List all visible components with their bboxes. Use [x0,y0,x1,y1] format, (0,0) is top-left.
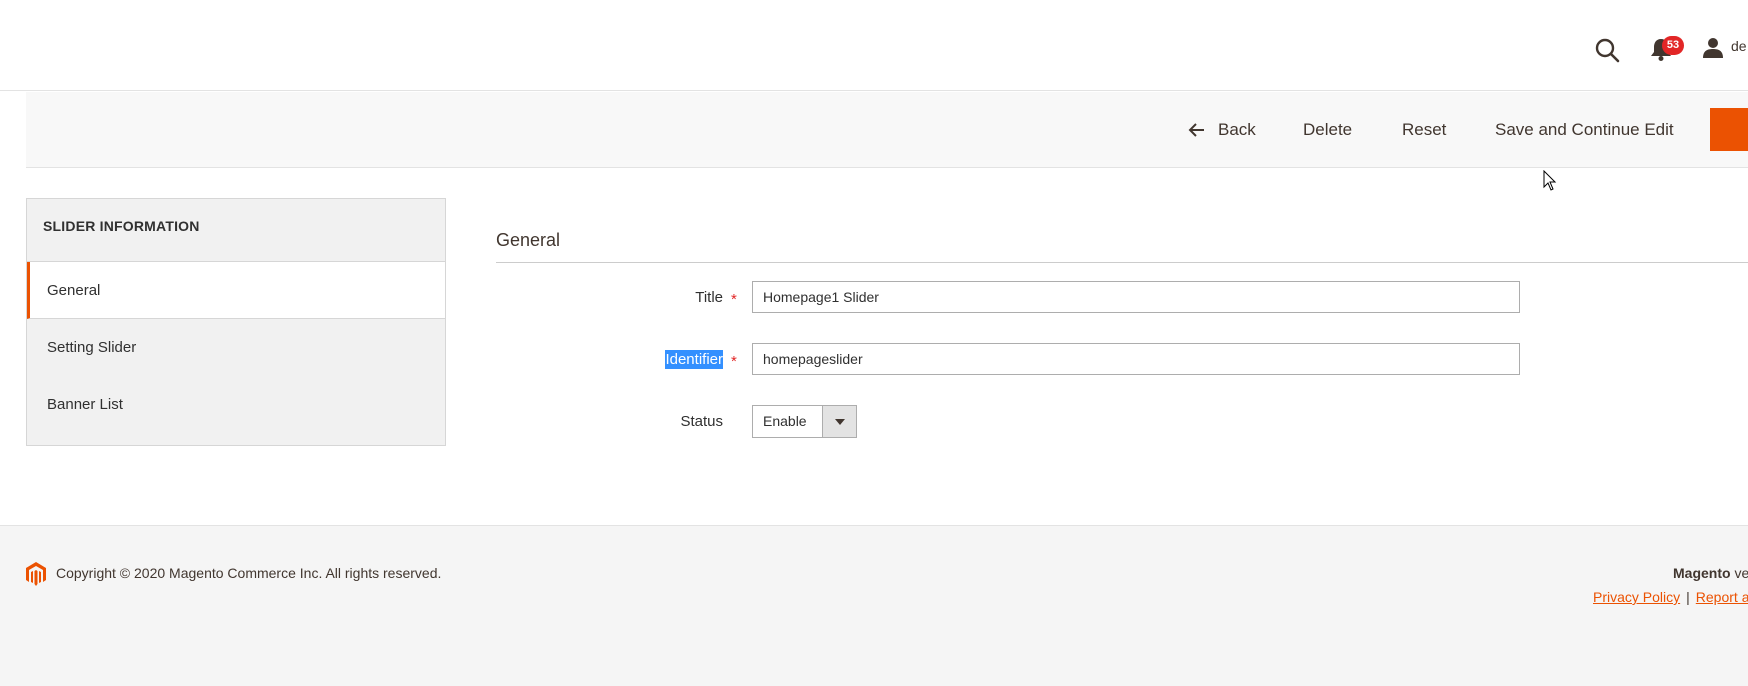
identifier-label-text: Identifier [665,350,723,369]
version-rest: ve [1730,565,1748,581]
back-button[interactable]: Back [1188,112,1256,148]
sidebar-title: SLIDER INFORMATION [26,198,446,262]
status-label: Status [680,413,723,430]
title-input[interactable] [752,281,1520,313]
save-button[interactable]: Sa [1710,108,1748,151]
top-header: 53 de [0,0,1748,91]
identifier-input[interactable] [752,343,1520,375]
required-mark: * [731,353,737,370]
search-icon[interactable] [1594,37,1620,63]
footer: Copyright © 2020 Magento Commerce Inc. A… [0,525,1748,686]
sidebar: SLIDER INFORMATION General Setting Slide… [26,198,446,446]
status-select[interactable]: Enable [752,405,857,438]
back-label: Back [1218,120,1256,139]
notification-badge[interactable]: 53 [1662,36,1684,55]
status-select-value: Enable [763,413,807,429]
section-divider [496,262,1748,263]
sidebar-item-general[interactable]: General [27,262,445,319]
delete-button[interactable]: Delete [1303,112,1352,148]
user-icon[interactable] [1702,37,1724,59]
title-label: Title [695,289,723,306]
user-name[interactable]: de [1731,38,1747,54]
magento-logo-icon [26,562,46,586]
footer-links: Privacy Policy | Report a [1593,589,1748,605]
page-actions-bar: Back Delete Reset Save and Continue Edit… [26,92,1748,168]
copyright-text: Copyright © 2020 Magento Commerce Inc. A… [56,565,442,581]
version-brand: Magento [1673,565,1731,581]
chevron-down-icon[interactable] [822,406,856,437]
section-title: General [496,230,561,250]
report-link[interactable]: Report a [1696,589,1748,605]
sidebar-item-setting-slider[interactable]: Setting Slider [27,319,445,376]
identifier-label: Identifier [603,350,723,369]
mouse-cursor-icon [1543,170,1557,191]
save-and-continue-button[interactable]: Save and Continue Edit [1495,112,1674,148]
privacy-policy-link[interactable]: Privacy Policy [1593,589,1680,605]
sidebar-menu: General Setting Slider Banner List [26,261,446,446]
link-separator: | [1686,589,1690,605]
version-text: Magento ve [1673,565,1748,581]
required-mark: * [731,291,737,308]
reset-button[interactable]: Reset [1402,112,1446,148]
arrow-left-icon [1188,123,1204,137]
sidebar-item-banner-list[interactable]: Banner List [27,376,445,433]
